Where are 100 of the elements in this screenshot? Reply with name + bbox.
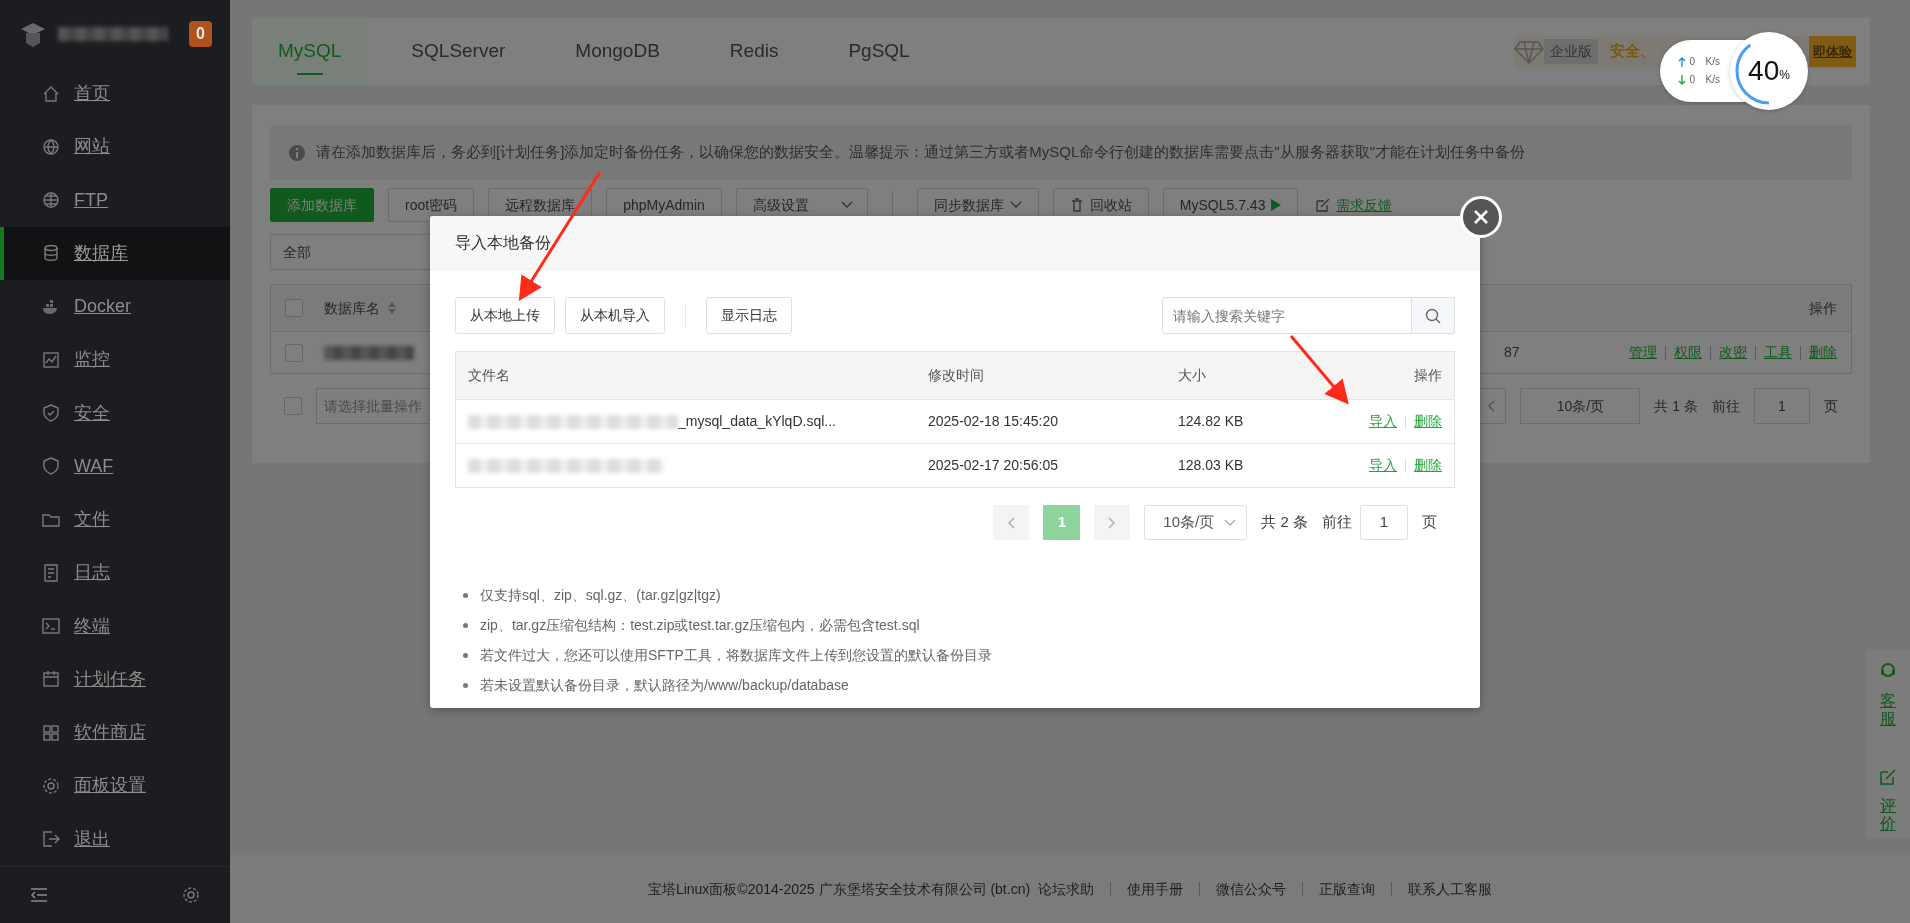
speed-unit: K/s: [1705, 73, 1720, 87]
terminal-icon: [42, 617, 60, 636]
action-link[interactable]: 导入: [1369, 455, 1397, 476]
arrow-up-icon: [1678, 57, 1686, 67]
sidebar-item[interactable]: 终端: [0, 599, 230, 653]
add-database-button[interactable]: 添加数据库: [270, 188, 374, 222]
column-header: 修改时间: [928, 366, 985, 385]
column-header: 操作: [1413, 366, 1442, 385]
sidebar-item[interactable]: 首页: [0, 67, 230, 121]
database-tab[interactable]: SQLServer: [385, 18, 532, 85]
speed-value: 0: [1689, 73, 1696, 87]
action-link[interactable]: 删除: [1809, 342, 1837, 363]
page-size-select[interactable]: 10条/页: [1520, 388, 1641, 424]
globe-icon: [42, 137, 60, 156]
notification-badge: 0: [189, 20, 212, 47]
checkbox[interactable]: [284, 397, 302, 415]
side-panel-link[interactable]: 客服: [1880, 692, 1896, 728]
percent-sign: %: [1779, 68, 1790, 84]
footer-link[interactable]: 论坛求助: [1038, 878, 1095, 900]
shield-icon: [42, 457, 60, 476]
column-header: 操作: [1809, 298, 1837, 318]
database-tab[interactable]: Redis: [703, 18, 805, 85]
footer-link[interactable]: 使用手册: [1127, 878, 1184, 900]
note-text: zip、tar.gz压缩包结构：test.zip或test.tar.gz压缩包内，必需包含test.sql: [480, 616, 920, 635]
sidebar-item[interactable]: 计划任务: [0, 652, 230, 707]
copyright-text: 宝塔Linux面板©2014-2025 广东堡塔安全技术有限公司 (bt.cn): [647, 879, 1031, 899]
action-link[interactable]: 改密: [1719, 342, 1747, 363]
info-icon: [288, 143, 306, 162]
chevron-right-icon: [1108, 516, 1117, 529]
speed-value: 0: [1689, 55, 1696, 69]
collapse-menu-icon[interactable]: [30, 886, 48, 903]
table-cell-text: 124.82 KB: [1178, 412, 1245, 431]
next-page-button[interactable]: [1094, 505, 1131, 540]
footer-link[interactable]: 微信公众号: [1216, 878, 1287, 900]
sidebar-item[interactable]: 监控: [0, 333, 230, 387]
database-tab[interactable]: PgSQL: [822, 18, 936, 85]
page-label: 页: [1824, 396, 1838, 416]
note-text: 若文件过大，您还可以使用SFTP工具，将数据库文件上传到您设置的默认备份目录: [480, 646, 992, 665]
database-icon: [42, 244, 60, 263]
settings-icon[interactable]: [182, 885, 200, 904]
edit-icon[interactable]: [1880, 769, 1896, 786]
note-text: 若未设置默认备份目录，默认路径为/www/backup/database: [480, 676, 849, 695]
action-link[interactable]: 权限: [1674, 342, 1702, 363]
scheduled-task-link[interactable]: [计划任务]: [496, 143, 565, 161]
caret-icon: [840, 201, 853, 209]
checkbox[interactable]: [285, 343, 303, 362]
speed-unit: K/s: [1705, 55, 1720, 69]
footer-link[interactable]: 正版查询: [1319, 878, 1376, 900]
page-size-select[interactable]: 10条/页: [1144, 505, 1248, 540]
footer-link[interactable]: 联系人工客服: [1408, 878, 1493, 900]
play-icon: [1271, 199, 1282, 211]
sidebar-item[interactable]: 文件: [0, 493, 230, 547]
page-label: 页: [1422, 512, 1437, 533]
action-link[interactable]: 删除: [1414, 411, 1442, 432]
search-button[interactable]: [1412, 297, 1455, 334]
page-input[interactable]: 1: [1754, 388, 1810, 424]
globe-icon: [42, 191, 60, 210]
gear-icon: [42, 776, 60, 795]
action-link[interactable]: 管理: [1629, 342, 1657, 363]
goto-label: 前往: [1322, 512, 1352, 533]
sidebar-item[interactable]: 退出: [0, 812, 230, 866]
notice-text: 请在添加数据库后，务必到[计划任务]添加定时备份任务，以确保您的数据安全。温馨提示：通过第三方或者MySQL命令行创建的数据库需要点击"从服务器获取"才能在计划任务中备份: [316, 142, 1525, 163]
goto-label: 前往: [1712, 396, 1740, 416]
sidebar-item[interactable]: 软件商店: [0, 706, 230, 760]
grid-icon: [42, 723, 60, 742]
search-field[interactable]: 请输入搜索关键字: [1162, 297, 1412, 334]
toolbar-button[interactable]: root密码: [388, 188, 475, 222]
try-now-button[interactable]: 即体验: [1809, 35, 1856, 68]
table-cell-text: 128.03 KB: [1178, 456, 1245, 475]
side-panel-link[interactable]: 评价: [1880, 797, 1896, 833]
document-icon: [42, 563, 60, 582]
database-tab[interactable]: MySQL: [252, 18, 368, 85]
action-link[interactable]: 删除: [1414, 455, 1442, 476]
sidebar-item[interactable]: 安全: [0, 386, 230, 440]
file-name: _mysql_data_kYlqD.sql...: [678, 412, 836, 431]
sidebar-item[interactable]: 网站: [0, 120, 230, 174]
sidebar-item[interactable]: WAF: [0, 439, 230, 494]
modal-button[interactable]: 从本地上传: [455, 297, 555, 334]
table-cell-text: 87: [1504, 343, 1520, 362]
action-link[interactable]: 导入: [1369, 411, 1397, 432]
sidebar-item[interactable]: FTP: [0, 173, 230, 227]
action-link[interactable]: 工具: [1764, 342, 1792, 363]
checkbox[interactable]: [285, 299, 303, 317]
sidebar-item[interactable]: Docker: [0, 280, 230, 334]
page-input[interactable]: 1: [1360, 505, 1408, 540]
edition-label: 企业版: [1544, 39, 1598, 64]
chevron-down-icon: [1224, 518, 1237, 527]
table-cell-text: 2025-02-18 15:45:20: [928, 412, 1059, 431]
modal-button[interactable]: 从本机导入: [565, 297, 665, 334]
modal-button[interactable]: 显示日志: [706, 297, 792, 334]
shield-icon: [42, 404, 60, 423]
headset-icon[interactable]: [1879, 662, 1897, 680]
column-header: 数据库名: [324, 298, 380, 318]
trash-icon: [1069, 198, 1084, 212]
promo-text: 安全、: [1609, 41, 1655, 62]
sidebar-item[interactable]: 数据库: [0, 226, 230, 281]
home-icon: [42, 84, 60, 103]
sidebar-item[interactable]: 面板设置: [0, 759, 230, 813]
sidebar-item[interactable]: 日志: [0, 546, 230, 600]
database-tab[interactable]: MongoDB: [549, 18, 686, 85]
